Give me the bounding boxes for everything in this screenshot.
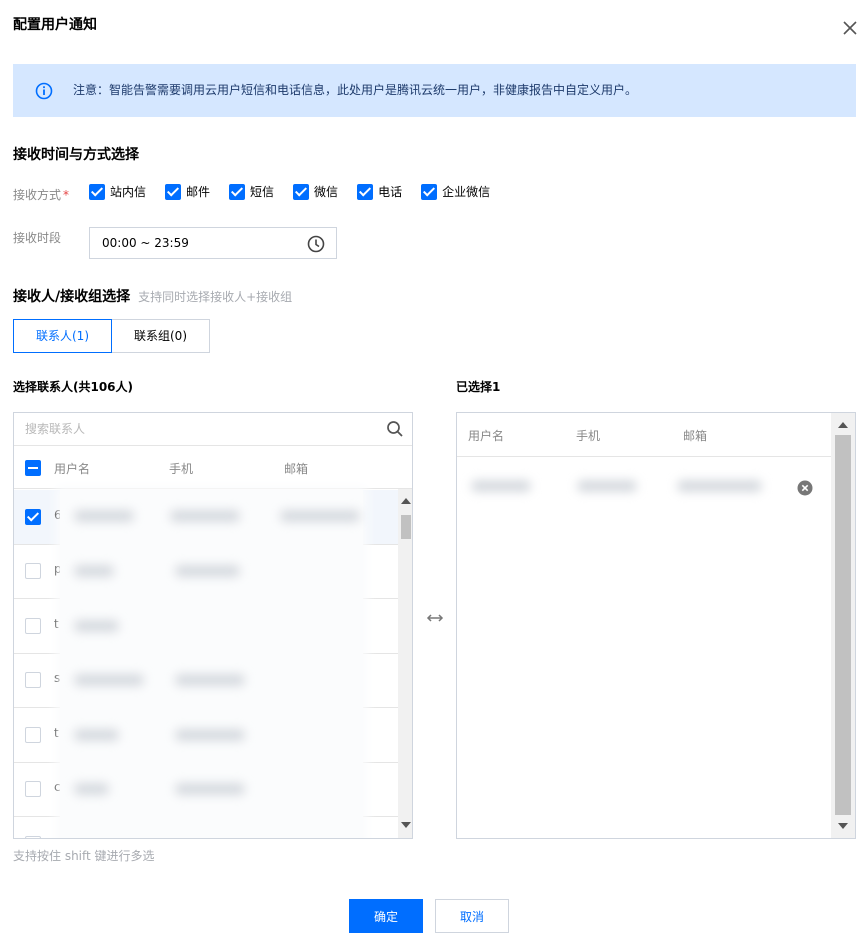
left-panel-title: 选择联系人(共106人) bbox=[13, 380, 134, 394]
method-label: 接收方式 * bbox=[13, 186, 69, 203]
redacted-blob bbox=[74, 620, 119, 632]
tab-contact-groups[interactable]: 联系组(0) bbox=[112, 319, 210, 353]
method-checkbox-group: 站内信 邮件 短信 微信 电话 企业微信 bbox=[89, 183, 509, 200]
method-option-site-message[interactable]: 站内信 bbox=[89, 183, 146, 200]
redacted-blob bbox=[577, 480, 637, 492]
info-icon bbox=[35, 82, 53, 100]
confirm-button[interactable]: 确定 bbox=[349, 899, 423, 933]
search-input[interactable] bbox=[14, 413, 374, 445]
receive-section-title: 接收时间与方式选择 bbox=[13, 147, 139, 163]
notice-banner: 注意：智能告警需要调用云用户短信和电话信息，此处用户是腾讯云统一用户，非健康报告… bbox=[13, 64, 856, 117]
recipient-type-tabs: 联系人(1) 联系组(0) bbox=[13, 319, 210, 353]
cancel-button[interactable]: 取消 bbox=[435, 899, 509, 933]
row-checkbox[interactable] bbox=[25, 836, 41, 838]
scroll-thumb[interactable] bbox=[835, 435, 851, 815]
method-option-label: 站内信 bbox=[110, 185, 147, 199]
recipient-section-hint: 支持同时选择接收人+接收组 bbox=[138, 290, 293, 304]
method-option-sms[interactable]: 短信 bbox=[229, 183, 274, 200]
recipient-section-title-text: 接收人/接收组选择 bbox=[13, 289, 131, 305]
row-checkbox[interactable] bbox=[25, 509, 41, 525]
redacted-blob bbox=[175, 783, 245, 795]
remove-selected-icon[interactable] bbox=[797, 480, 813, 496]
close-icon[interactable] bbox=[840, 18, 860, 38]
column-header-phone: 手机 bbox=[169, 462, 194, 476]
scroll-down-arrow-icon[interactable] bbox=[401, 822, 411, 828]
left-list-scrollbar[interactable] bbox=[398, 489, 412, 838]
checkbox-site-message[interactable] bbox=[89, 183, 105, 200]
checkbox-phone[interactable] bbox=[357, 183, 374, 200]
column-header-email: 邮箱 bbox=[683, 429, 708, 443]
scroll-down-arrow-icon[interactable] bbox=[838, 823, 848, 829]
redacted-blob bbox=[74, 565, 114, 577]
search-icon[interactable] bbox=[386, 420, 404, 438]
redacted-blob bbox=[175, 729, 245, 741]
scroll-up-arrow-icon[interactable] bbox=[401, 498, 411, 504]
column-header-email: 邮箱 bbox=[284, 462, 309, 476]
redacted-blob bbox=[170, 510, 240, 522]
selected-contacts-panel: 用户名 手机 邮箱 bbox=[456, 412, 856, 839]
table-header: 用户名 手机 邮箱 bbox=[14, 447, 412, 489]
period-label: 接收时段 bbox=[13, 231, 62, 245]
row-checkbox[interactable] bbox=[25, 618, 41, 634]
method-option-label: 微信 bbox=[314, 185, 339, 199]
method-option-label: 邮件 bbox=[186, 185, 211, 199]
row-checkbox[interactable] bbox=[25, 672, 41, 688]
redacted-blob bbox=[74, 674, 144, 686]
redacted-blob bbox=[677, 480, 762, 492]
time-range-picker[interactable]: 00:00 ~ 23:59 bbox=[89, 227, 337, 259]
row-checkbox[interactable] bbox=[25, 781, 41, 797]
method-option-wechat[interactable]: 微信 bbox=[293, 183, 338, 200]
tab-contacts[interactable]: 联系人(1) bbox=[13, 319, 112, 353]
redacted-blob bbox=[74, 510, 134, 522]
redacted-blob bbox=[471, 480, 531, 492]
multi-select-hint: 支持按住 shift 键进行多选 bbox=[13, 849, 155, 863]
search-bar bbox=[14, 413, 412, 446]
checkbox-work-wechat[interactable] bbox=[421, 183, 438, 200]
column-header-username: 用户名 bbox=[468, 429, 505, 443]
right-list-scrollbar[interactable] bbox=[831, 413, 855, 838]
time-range-value: 00:00 ~ 23:59 bbox=[102, 236, 189, 250]
method-option-email[interactable]: 邮件 bbox=[165, 183, 210, 200]
swap-arrows-icon bbox=[426, 614, 444, 622]
redacted-blob bbox=[175, 565, 240, 577]
clock-icon[interactable] bbox=[306, 234, 326, 254]
contact-source-panel: 用户名 手机 邮箱 6 p t s t c bbox=[13, 412, 413, 839]
checkbox-wechat[interactable] bbox=[293, 183, 310, 200]
redacted-blob bbox=[74, 783, 109, 795]
method-option-phone[interactable]: 电话 bbox=[357, 183, 402, 200]
selected-row bbox=[457, 458, 831, 513]
column-header-username: 用户名 bbox=[54, 462, 91, 476]
recipient-section-title: 接收人/接收组选择 支持同时选择接收人+接收组 bbox=[13, 286, 292, 306]
redacted-contact-data bbox=[60, 490, 363, 838]
dialog-title: 配置用户通知 bbox=[13, 17, 97, 33]
notice-text: 注意：智能告警需要调用云用户短信和电话信息，此处用户是腾讯云统一用户，非健康报告… bbox=[73, 83, 638, 97]
required-mark: * bbox=[63, 188, 70, 202]
method-option-label: 短信 bbox=[250, 185, 275, 199]
checkbox-sms[interactable] bbox=[229, 183, 246, 200]
row-username: t bbox=[54, 617, 59, 631]
scroll-thumb[interactable] bbox=[401, 515, 411, 539]
scroll-up-arrow-icon[interactable] bbox=[838, 422, 848, 428]
redacted-blob bbox=[74, 729, 119, 741]
row-checkbox[interactable] bbox=[25, 563, 41, 579]
select-all-checkbox[interactable] bbox=[25, 460, 41, 476]
redacted-blob bbox=[280, 510, 360, 522]
method-option-label: 电话 bbox=[378, 185, 403, 199]
method-label-text: 接收方式 bbox=[13, 188, 62, 202]
checkbox-email[interactable] bbox=[165, 183, 182, 200]
redacted-blob bbox=[175, 674, 245, 686]
right-panel-title: 已选择1 bbox=[456, 380, 501, 394]
method-option-label: 企业微信 bbox=[442, 185, 491, 199]
column-header-phone: 手机 bbox=[576, 429, 601, 443]
row-username: t bbox=[54, 726, 59, 740]
table-header: 用户名 手机 邮箱 bbox=[457, 413, 831, 457]
row-checkbox[interactable] bbox=[25, 727, 41, 743]
method-option-work-wechat[interactable]: 企业微信 bbox=[421, 183, 490, 200]
